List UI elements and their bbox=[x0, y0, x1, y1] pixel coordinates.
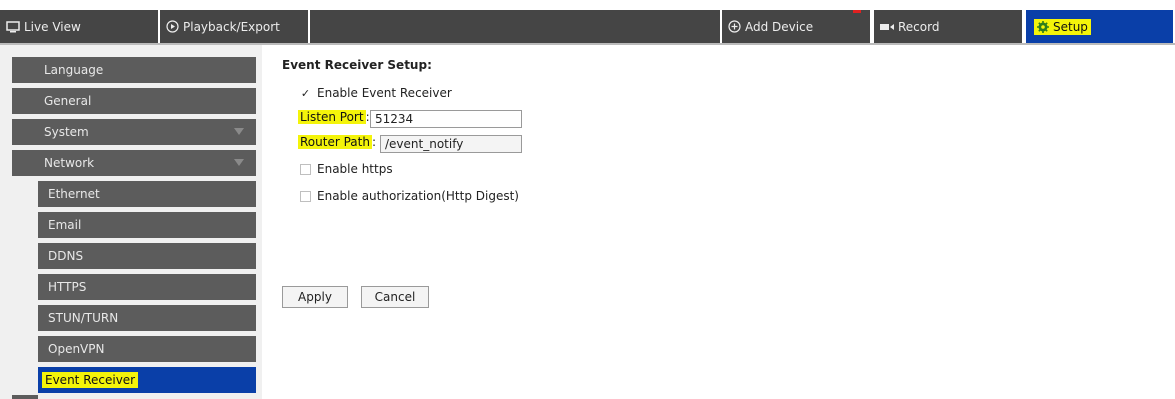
sidebar-item-label: General bbox=[44, 94, 92, 108]
enable-event-receiver-checkbox[interactable]: ✓ bbox=[300, 87, 311, 99]
sidebar-item-label: Network bbox=[44, 156, 95, 170]
sidebar-item-https[interactable]: HTTPS bbox=[38, 274, 256, 300]
enable-https-checkbox[interactable] bbox=[300, 163, 311, 175]
setup-button[interactable]: Setup bbox=[1026, 10, 1175, 43]
sidebar-item-general[interactable]: General bbox=[12, 88, 256, 114]
router-path-input[interactable]: /event_notify bbox=[380, 135, 522, 153]
sidebar-item-label: Event Receiver bbox=[42, 372, 139, 388]
enable-authorization-row: Enable authorization(Http Digest) bbox=[300, 189, 519, 203]
record-button[interactable]: Record bbox=[874, 10, 1024, 43]
sidebar-item-label: OpenVPN bbox=[48, 342, 105, 356]
sidebar-item-language[interactable]: Language bbox=[12, 57, 256, 83]
sidebar-item-label: STUN/TURN bbox=[48, 311, 119, 325]
sidebar-item-label: Email bbox=[48, 218, 82, 232]
gear-icon bbox=[1037, 20, 1049, 33]
sidebar-item-label: Ethernet bbox=[48, 187, 100, 201]
tab-playback-export[interactable]: Playback/Export bbox=[160, 10, 310, 43]
monitor-icon bbox=[6, 20, 20, 33]
sidebar-item-event-receiver[interactable]: Event Receiver bbox=[38, 367, 256, 393]
record-label: Record bbox=[898, 19, 940, 34]
top-nav-bar: Live View Playback/Export Add Device Rec… bbox=[0, 10, 1175, 45]
add-device-label: Add Device bbox=[745, 19, 814, 34]
sidebar-item-stun-turn[interactable]: STUN/TURN bbox=[38, 305, 256, 331]
sidebar-item-label: DDNS bbox=[48, 249, 84, 263]
chevron-down-icon bbox=[234, 159, 244, 166]
sidebar-item-email[interactable]: Email bbox=[38, 212, 256, 238]
enable-event-receiver-label: Enable Event Receiver bbox=[317, 86, 452, 100]
enable-authorization-label: Enable authorization(Http Digest) bbox=[317, 189, 519, 203]
listen-port-input[interactable]: 51234 bbox=[370, 110, 522, 128]
plus-circle-icon bbox=[728, 20, 741, 33]
tab-playback-export-label: Playback/Export bbox=[183, 19, 280, 34]
play-circle-icon bbox=[166, 20, 179, 33]
apply-button[interactable]: Apply bbox=[282, 286, 348, 308]
setup-highlight: Setup bbox=[1034, 18, 1091, 35]
sidebar-item-ddns[interactable]: DDNS bbox=[38, 243, 256, 269]
enable-authorization-checkbox[interactable] bbox=[300, 190, 311, 202]
sidebar-item-openvpn[interactable]: OpenVPN bbox=[38, 336, 256, 362]
sidebar-item-system[interactable]: System bbox=[12, 119, 256, 145]
add-device-button[interactable]: Add Device bbox=[722, 10, 872, 43]
red-marker bbox=[853, 10, 861, 13]
router-path-row: Router Path: bbox=[298, 135, 376, 149]
enable-https-label: Enable https bbox=[317, 162, 393, 176]
form-title: Event Receiver Setup: bbox=[282, 58, 432, 72]
chevron-down-icon bbox=[234, 128, 244, 135]
setup-label: Setup bbox=[1053, 19, 1088, 34]
sidebar-item-ethernet[interactable]: Ethernet bbox=[38, 181, 256, 207]
top-nav-filler bbox=[310, 10, 722, 43]
listen-port-label-text: Listen Port bbox=[298, 110, 366, 124]
sidebar-edge bbox=[12, 395, 38, 399]
router-path-label: Router Path: bbox=[298, 135, 376, 149]
enable-event-receiver-row: ✓ Enable Event Receiver bbox=[300, 86, 452, 100]
tab-live-view-label: Live View bbox=[24, 19, 81, 34]
router-path-label-text: Router Path bbox=[298, 135, 372, 149]
sidebar: Language General System Network Ethernet… bbox=[0, 45, 262, 399]
sidebar-item-label: System bbox=[44, 125, 89, 139]
sidebar-item-label: Language bbox=[44, 63, 104, 77]
tab-live-view[interactable]: Live View bbox=[0, 10, 160, 43]
video-camera-icon bbox=[880, 22, 894, 32]
sidebar-item-label: HTTPS bbox=[48, 280, 87, 294]
sidebar-item-network[interactable]: Network bbox=[12, 150, 256, 176]
cancel-button[interactable]: Cancel bbox=[361, 286, 429, 308]
listen-port-label: Listen Port: bbox=[298, 110, 370, 124]
listen-port-row: Listen Port: bbox=[298, 110, 370, 124]
enable-https-row: Enable https bbox=[300, 162, 393, 176]
